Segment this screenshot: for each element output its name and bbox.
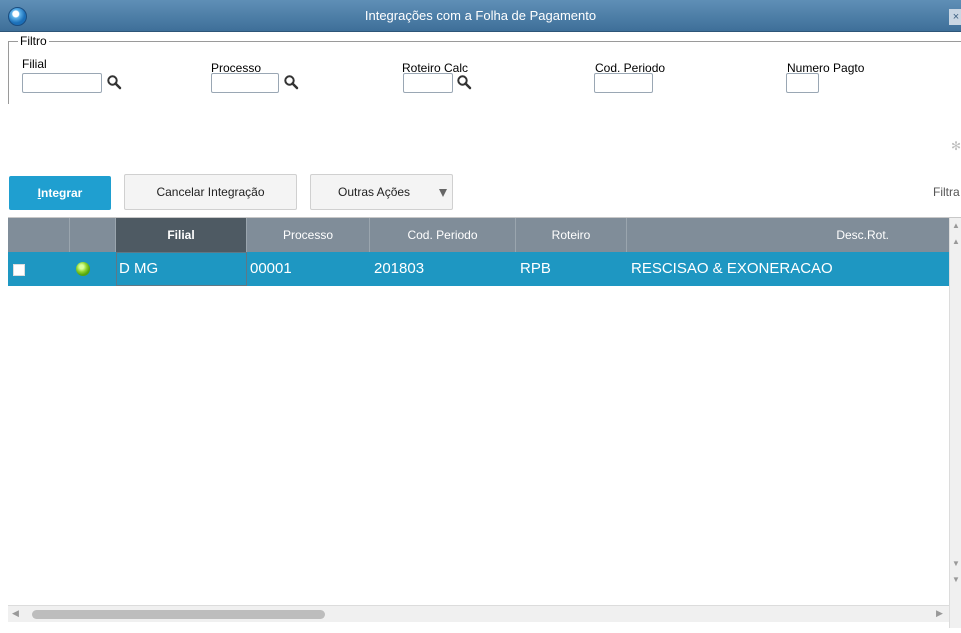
grid-header: Filial Processo Cod. Periodo Roteiro Des… bbox=[8, 218, 949, 252]
cell-roteiro: RPB bbox=[520, 260, 551, 277]
title-bar: Integrações com a Folha de Pagamento × bbox=[0, 0, 961, 32]
vertical-scrollbar[interactable]: ▲ ▲ ▼ ▼ bbox=[949, 218, 961, 628]
processo-search-icon[interactable] bbox=[283, 74, 299, 90]
filial-label: Filial bbox=[22, 57, 47, 71]
cell-processo: 00001 bbox=[250, 260, 292, 277]
integrar-label: ntegrar bbox=[41, 186, 83, 200]
filtrar-link[interactable]: Filtra bbox=[933, 185, 960, 199]
scroll-up-icon[interactable]: ▲ bbox=[950, 234, 961, 250]
integrations-grid: Filial Processo Cod. Periodo Roteiro Des… bbox=[8, 217, 961, 628]
cell-desc-rot: RESCISAO & EXONERACAO bbox=[631, 260, 833, 277]
header-filial[interactable]: Filial bbox=[116, 218, 247, 252]
roteiro-search-icon[interactable] bbox=[456, 74, 472, 90]
window-title: Integrações com a Folha de Pagamento bbox=[364, 8, 597, 23]
filial-input[interactable] bbox=[22, 73, 102, 93]
header-processo[interactable]: Processo bbox=[247, 218, 370, 252]
close-button[interactable]: × bbox=[949, 9, 961, 25]
roteiro-calc-input[interactable] bbox=[403, 73, 453, 93]
cell-cod-periodo: 201803 bbox=[374, 260, 425, 277]
processo-input[interactable] bbox=[211, 73, 279, 93]
integrar-button[interactable]: Integrar bbox=[9, 176, 111, 210]
horizontal-scrollbar[interactable]: ◀ ▶ bbox=[8, 605, 949, 622]
header-roteiro[interactable]: Roteiro bbox=[516, 218, 627, 252]
header-check-col[interactable] bbox=[8, 218, 70, 252]
horizontal-scroll-thumb[interactable] bbox=[32, 610, 325, 619]
header-status-col[interactable] bbox=[70, 218, 116, 252]
scroll-right-icon[interactable]: ▶ bbox=[936, 608, 943, 619]
scroll-left-icon[interactable]: ◀ bbox=[12, 608, 19, 619]
header-cod-periodo[interactable]: Cod. Periodo bbox=[370, 218, 516, 252]
filter-legend: Filtro bbox=[18, 34, 49, 48]
scroll-down-icon[interactable]: ▼ bbox=[950, 556, 961, 572]
numero-pagto-input[interactable] bbox=[786, 73, 819, 93]
row-checkbox[interactable] bbox=[13, 264, 25, 276]
cancelar-integracao-button[interactable]: Cancelar Integração bbox=[124, 174, 297, 210]
scroll-top-icon[interactable]: ▲ bbox=[950, 218, 961, 234]
cod-periodo-input[interactable] bbox=[594, 73, 653, 93]
cell-filial: D MG bbox=[119, 260, 159, 277]
gear-icon[interactable]: ✻ bbox=[951, 139, 961, 153]
status-ok-icon bbox=[76, 262, 90, 276]
table-row[interactable]: D MG 00001 201803 RPB RESCISAO & EXONERA… bbox=[8, 252, 949, 286]
scroll-bottom-icon[interactable]: ▼ bbox=[950, 572, 961, 588]
header-desc-rot[interactable]: Desc.Rot. bbox=[627, 218, 949, 252]
chevron-down-icon bbox=[439, 189, 447, 197]
outras-acoes-label: Outras Ações bbox=[338, 185, 411, 199]
filial-search-icon[interactable] bbox=[106, 74, 122, 90]
outras-acoes-button[interactable]: Outras Ações bbox=[310, 174, 453, 210]
